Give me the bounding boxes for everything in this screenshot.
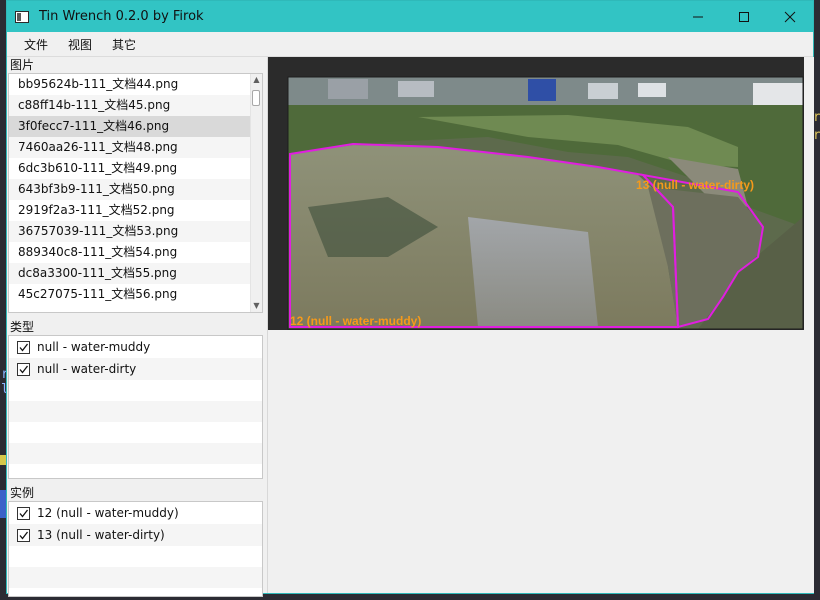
checkmark-icon <box>19 343 29 352</box>
menu-file[interactable]: 文件 <box>14 36 58 53</box>
checkbox-checked[interactable] <box>17 506 30 520</box>
menu-view[interactable]: 视图 <box>58 36 102 53</box>
checkmark-icon <box>19 531 29 540</box>
image-list-item[interactable]: 2919f2a3-111_文档52.png <box>9 200 262 221</box>
image-list-item[interactable]: c88ff14b-111_文档45.png <box>9 95 262 116</box>
empty-row <box>9 546 262 567</box>
left-panel: 图片 bb95624b-111_文档44.png c88ff14b-111_文档… <box>8 57 263 597</box>
empty-row <box>9 380 262 401</box>
type-list-item[interactable]: null - water-muddy <box>9 336 262 358</box>
empty-row <box>9 401 262 422</box>
image-list-item[interactable]: dc8a3300-111_文档55.png <box>9 263 262 284</box>
close-button[interactable] <box>767 1 813 32</box>
checkmark-icon <box>19 509 29 518</box>
image-list-item-selected[interactable]: 3f0fecc7-111_文档46.png <box>9 116 262 137</box>
background-artifact: r <box>813 128 820 143</box>
empty-row <box>9 443 262 464</box>
maximize-icon <box>739 11 749 22</box>
checkbox-checked[interactable] <box>17 362 30 376</box>
image-list-item[interactable]: 7460aa26-111_文档48.png <box>9 137 262 158</box>
type-label: null - water-muddy <box>37 340 151 354</box>
annotation-label: 12 (null - water-muddy) <box>290 314 421 328</box>
minimize-button[interactable] <box>675 1 721 32</box>
image-viewer-panel: 12 (null - water-muddy) 13 (null - water… <box>267 57 814 593</box>
image-list[interactable]: bb95624b-111_文档44.png c88ff14b-111_文档45.… <box>8 73 263 313</box>
type-list[interactable]: null - water-muddy null - water-dirty <box>8 335 263 479</box>
types-section-label: 类型 <box>10 320 35 334</box>
menu-other[interactable]: 其它 <box>102 36 146 53</box>
scroll-thumb[interactable] <box>252 90 260 106</box>
checkbox-checked[interactable] <box>17 528 30 542</box>
instance-list[interactable]: 12 (null - water-muddy) 13 (null - water… <box>8 501 263 597</box>
window-title: Tin Wrench 0.2.0 by Firok <box>39 9 204 24</box>
checkmark-icon <box>19 365 29 374</box>
instance-label: 12 (null - water-muddy) <box>37 506 179 520</box>
instances-section-label: 实例 <box>10 486 35 500</box>
app-icon <box>15 10 29 23</box>
image-canvas[interactable]: 12 (null - water-muddy) 13 (null - water… <box>268 57 804 330</box>
instance-label: 13 (null - water-dirty) <box>37 528 165 542</box>
minimize-icon <box>693 16 703 17</box>
image-list-item[interactable]: 45c27075-111_文档56.png <box>9 284 262 305</box>
checkbox-checked[interactable] <box>17 340 30 354</box>
close-icon <box>784 11 796 22</box>
scroll-down-icon[interactable]: ▼ <box>251 300 262 312</box>
annotation-label: 13 (null - water-dirty) <box>636 178 754 192</box>
image-list-item[interactable]: 643bf3b9-111_文档50.png <box>9 179 262 200</box>
empty-row <box>9 422 262 443</box>
type-label: null - water-dirty <box>37 362 137 376</box>
annotated-photo: 12 (null - water-muddy) 13 (null - water… <box>287 76 804 330</box>
images-section-label: 图片 <box>10 58 35 72</box>
image-list-item[interactable]: 6dc3b610-111_文档49.png <box>9 158 262 179</box>
title-bar[interactable]: Tin Wrench 0.2.0 by Firok <box>7 1 813 32</box>
maximize-button[interactable] <box>721 1 767 32</box>
image-list-item[interactable]: 36757039-111_文档53.png <box>9 221 262 242</box>
instance-list-item[interactable]: 13 (null - water-dirty) <box>9 524 262 546</box>
empty-row <box>9 567 262 588</box>
type-list-item[interactable]: null - water-dirty <box>9 358 262 380</box>
image-list-item[interactable]: bb95624b-111_文档44.png <box>9 74 262 95</box>
menu-bar: 文件 视图 其它 <box>7 32 813 57</box>
image-list-item[interactable]: 889340c8-111_文档54.png <box>9 242 262 263</box>
image-list-scrollbar[interactable]: ▲ ▼ <box>250 74 262 312</box>
scroll-up-icon[interactable]: ▲ <box>251 74 262 86</box>
app-window: Tin Wrench 0.2.0 by Firok 文件 视图 其它 图片 bb… <box>6 0 814 597</box>
instance-list-item[interactable]: 12 (null - water-muddy) <box>9 502 262 524</box>
background-artifact: r <box>813 110 820 125</box>
